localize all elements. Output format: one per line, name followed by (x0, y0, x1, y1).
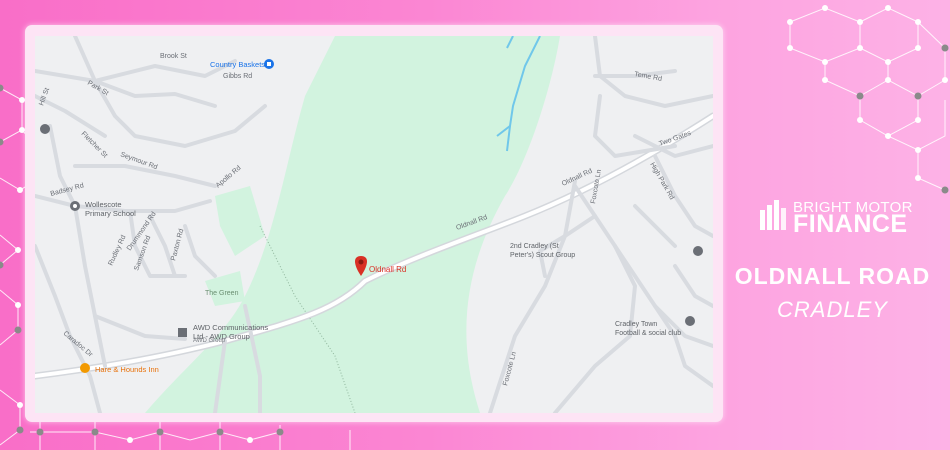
svg-text:Oldnall Rd: Oldnall Rd (369, 265, 406, 274)
place-icon (40, 124, 50, 134)
brand-main-text: FINANCE (793, 210, 908, 238)
park-area-green (215, 186, 265, 256)
street-label-gibbs-rd: Gibbs Rd (223, 73, 252, 80)
park-area-green-2 (205, 271, 245, 306)
place-icon (693, 246, 703, 256)
svg-text:WollescotePrimary School: Wollescote Primary School (85, 200, 136, 218)
building-icon (178, 328, 187, 337)
street-label-paxton-rd: Paxton Rd (170, 228, 185, 261)
school-poi[interactable]: Wollescote Primary School (70, 200, 136, 218)
location-subtitle: CRADLEY (777, 297, 888, 322)
street-label-rudley-rd: Rudley Rd (107, 234, 127, 267)
svg-text:Country Baskets: Country Baskets (210, 60, 265, 69)
brand-logo: BRIGHT MOTOR FINANCE (760, 196, 920, 238)
svg-text:Hare & Hounds Inn: Hare & Hounds Inn (95, 365, 159, 374)
street-label-badsey-rd: Badsey Rd (50, 182, 85, 198)
brand-bars-icon (760, 200, 786, 230)
street-label-brook-st: Brook St (160, 53, 187, 60)
the-green-label: The Green (205, 290, 239, 297)
stadium-icon (685, 316, 695, 326)
svg-text:AWD Group: AWD Group (193, 338, 226, 344)
map-view[interactable]: Brook St Gibbs Rd Park St Hill St Fletch… (35, 36, 713, 413)
street-label-apollo-rd: Apollo Rd (215, 165, 243, 190)
pub-icon (80, 363, 90, 373)
country-baskets-poi[interactable]: Country Baskets (210, 59, 274, 69)
location-title: OLDNALL ROAD (734, 263, 931, 289)
